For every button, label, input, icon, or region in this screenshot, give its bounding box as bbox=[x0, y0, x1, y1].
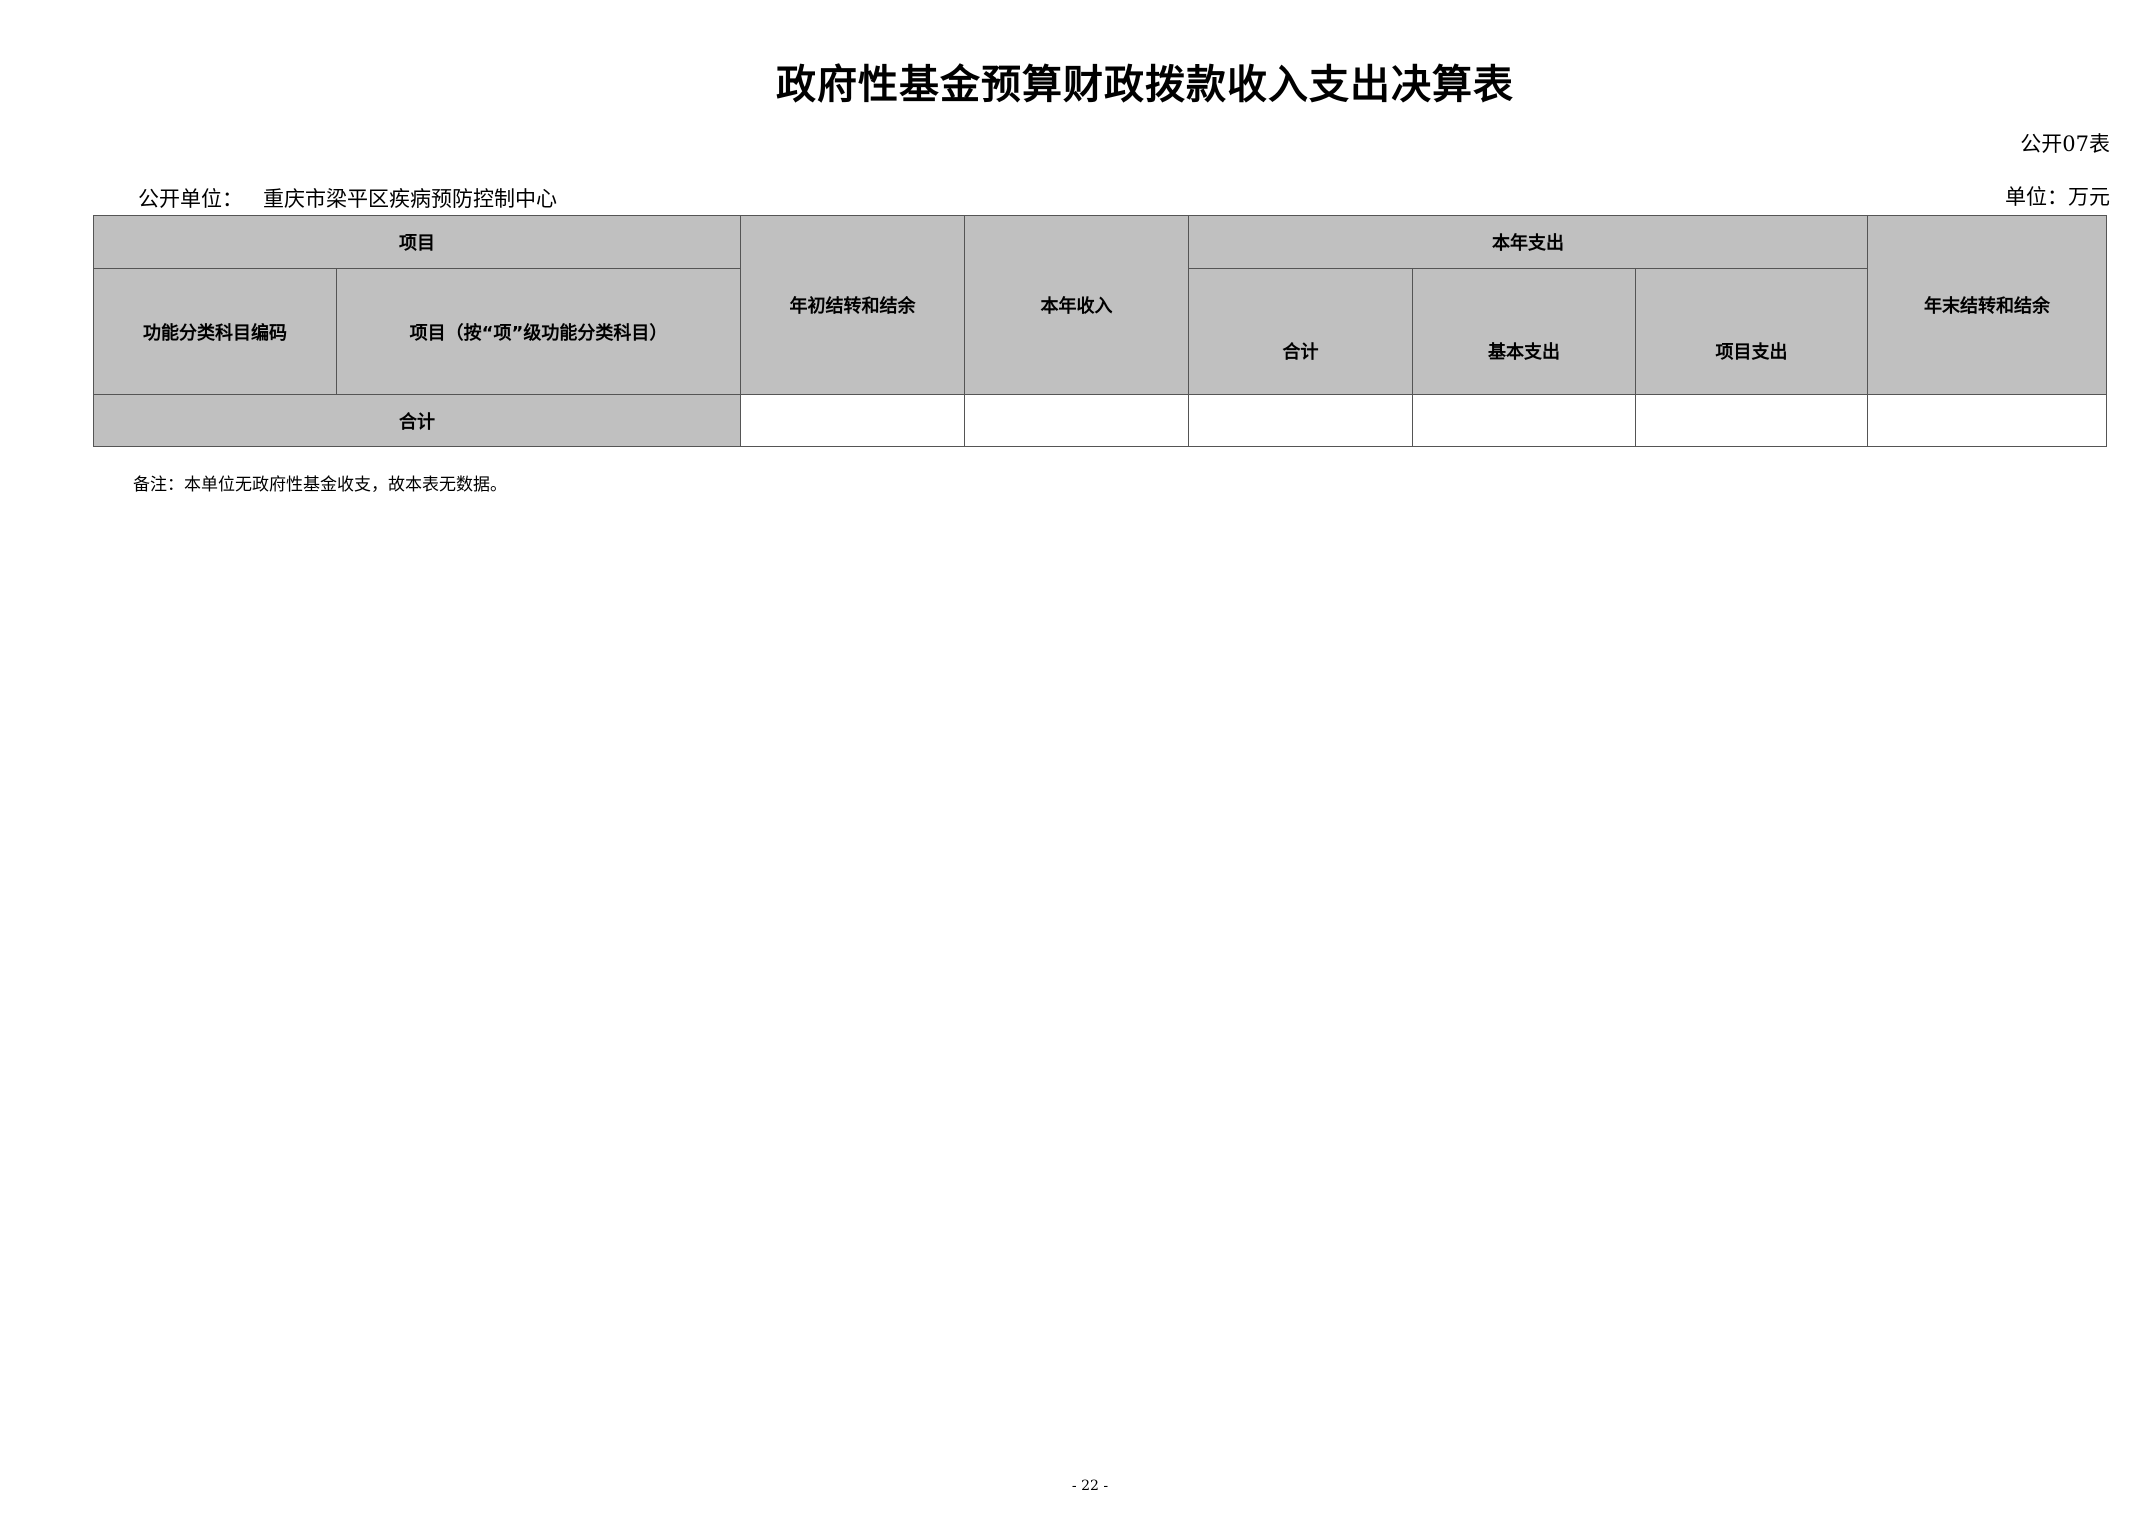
unit-of-measure: 单位：万元 bbox=[2005, 185, 2110, 209]
page-number: - 22 - bbox=[1071, 1478, 1109, 1494]
header-begin-balance: 年初结转和结余 bbox=[740, 215, 965, 395]
header-project: 项目 bbox=[93, 215, 741, 269]
total-row: 合计 bbox=[93, 394, 2108, 447]
header-expense-project: 项目支出 bbox=[1634, 268, 1869, 395]
total-begin-balance bbox=[740, 394, 965, 447]
header-row-1: 项目 年初结转和结余 本年收入 本年支出 年末结转和结余 bbox=[93, 215, 2108, 395]
footnote: 备注：本单位无政府性基金收支，故本表无数据。 bbox=[133, 475, 507, 495]
form-code: 公开07表 bbox=[2020, 132, 2110, 156]
header-expense-total: 合计 bbox=[1188, 268, 1413, 395]
page-title: 政府性基金预算财政拨款收入支出决算表 bbox=[776, 62, 1514, 108]
total-expense-basic bbox=[1412, 394, 1636, 447]
header-func-item: 项目（按“项”级功能分类科目） bbox=[336, 268, 741, 395]
header-year-expense: 本年支出 bbox=[1187, 215, 1869, 269]
budget-table: 项目 年初结转和结余 本年收入 本年支出 年末结转和结余 功能分类科目编码 项目… bbox=[93, 215, 2108, 447]
header-year-income: 本年收入 bbox=[964, 215, 1189, 395]
total-end-balance bbox=[1867, 394, 2108, 447]
header-end-balance: 年末结转和结余 bbox=[1867, 215, 2108, 395]
publishing-unit-label: 公开单位： bbox=[138, 187, 243, 211]
header-func-code: 功能分类科目编码 bbox=[93, 268, 337, 395]
total-row-label: 合计 bbox=[93, 394, 741, 447]
total-year-income bbox=[964, 394, 1189, 447]
header-expense-basic: 基本支出 bbox=[1412, 268, 1636, 395]
publishing-unit: 公开单位： 重庆市梁平区疾病预防控制中心 bbox=[138, 183, 557, 213]
publishing-unit-value: 重庆市梁平区疾病预防控制中心 bbox=[263, 187, 557, 211]
total-expense-total bbox=[1188, 394, 1413, 447]
total-expense-project bbox=[1634, 394, 1869, 447]
